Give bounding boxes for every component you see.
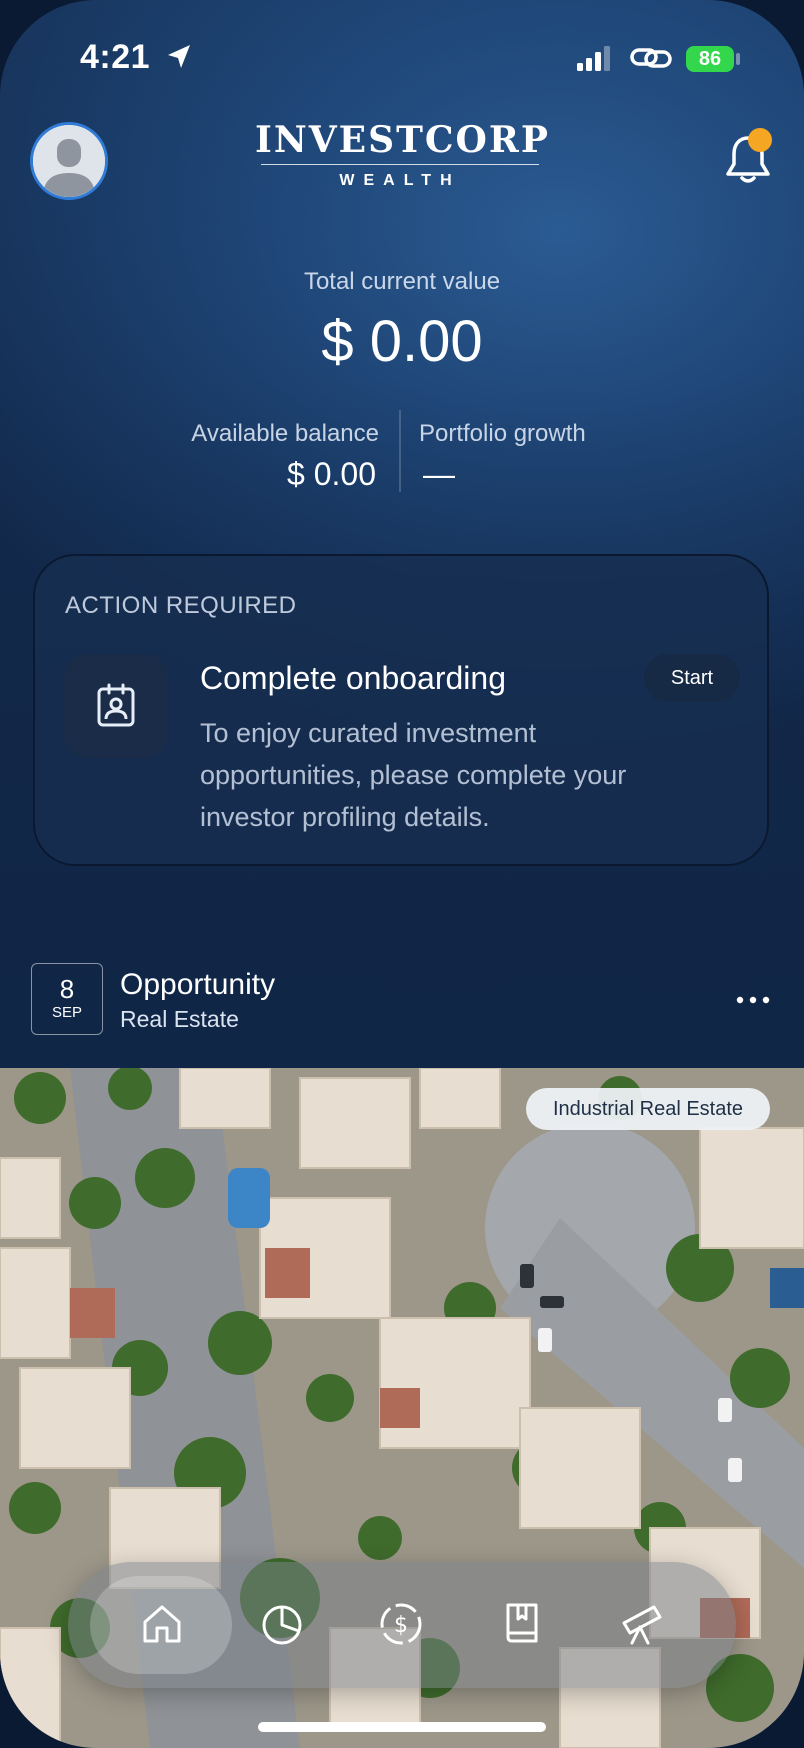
opportunity-title[interactable]: Opportunity [120, 968, 275, 1002]
opportunity-date-badge: 8 SEP [31, 963, 103, 1035]
nav-portfolio[interactable] [252, 1594, 312, 1654]
home-indicator[interactable] [258, 1722, 546, 1732]
nav-explore[interactable] [612, 1594, 672, 1654]
opportunity-tag: Industrial Real Estate [526, 1088, 770, 1130]
dollar-cycle-icon: $ [380, 1603, 422, 1645]
app-screen: 4:21 86 INVESTCORP WEALTH Total current … [0, 0, 804, 1748]
available-balance-label: Available balance [191, 420, 379, 447]
id-badge-icon [97, 683, 135, 727]
profile-placeholder-icon [33, 125, 105, 197]
home-icon [143, 1605, 181, 1643]
battery-tip [736, 53, 740, 65]
available-balance-amount: $ 0.00 [287, 456, 376, 492]
start-onboarding-button[interactable]: Start [644, 654, 740, 702]
logo-sub-text: WEALTH [339, 172, 461, 189]
status-time: 4:21 [80, 38, 151, 76]
portfolio-growth-value: — [423, 456, 455, 492]
nav-home[interactable] [132, 1594, 192, 1654]
total-value-amount: $ 0.00 [321, 309, 483, 374]
action-required-title: ACTION REQUIRED [65, 592, 297, 619]
status-bar: 4:21 86 [0, 0, 804, 110]
nav-transactions[interactable]: $ [371, 1594, 431, 1654]
onboarding-icon-tile [64, 654, 168, 758]
summary-divider [399, 410, 401, 492]
nav-library[interactable] [492, 1594, 552, 1654]
total-value-label: Total current value [303, 268, 501, 295]
opportunity-day: 8 [59, 974, 75, 1004]
opportunity-category: Real Estate [120, 1006, 239, 1032]
avatar[interactable] [30, 122, 108, 200]
more-options-icon[interactable] [736, 996, 770, 1004]
svg-text:$: $ [394, 1613, 408, 1638]
opportunity-month: SEP [51, 1004, 82, 1021]
logo-rule [261, 164, 539, 165]
pie-chart-icon [262, 1605, 302, 1645]
onboarding-heading: Complete onboarding [200, 660, 506, 696]
personal-hotspot-icon [630, 48, 672, 68]
onboarding-description: To enjoy curated investment opportunitie… [200, 718, 627, 832]
telescope-icon [622, 1605, 662, 1645]
book-icon [506, 1603, 538, 1643]
portfolio-growth-label: Portfolio growth [419, 420, 586, 447]
cellular-signal-icon [577, 46, 610, 71]
location-arrow-icon [168, 45, 190, 68]
battery-level: 86 [686, 46, 734, 72]
logo-main-text: INVESTCORP [255, 119, 550, 161]
notification-badge [748, 128, 772, 152]
brand-logo: INVESTCORP WEALTH [255, 118, 550, 198]
